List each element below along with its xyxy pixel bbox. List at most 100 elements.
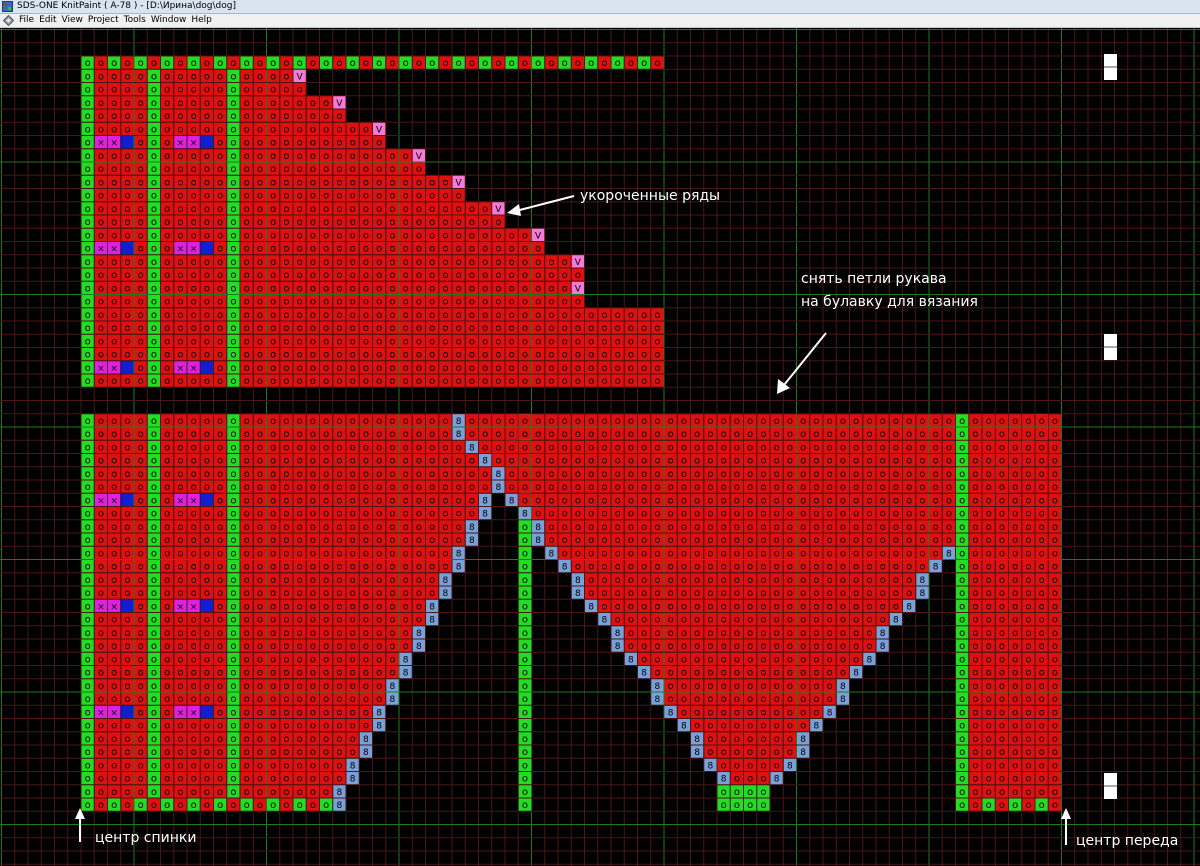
stitch-symbol: o bbox=[297, 721, 303, 732]
stitch-symbol: o bbox=[336, 429, 342, 440]
stitch-symbol: o bbox=[442, 230, 448, 241]
stitch-symbol: o bbox=[403, 164, 409, 175]
stitch-symbol: o bbox=[1052, 668, 1058, 679]
menu-file[interactable]: File bbox=[19, 14, 39, 27]
stitch-symbol: o bbox=[164, 641, 170, 652]
menu-project[interactable]: Project bbox=[88, 14, 124, 27]
stitch-symbol: o bbox=[403, 615, 409, 626]
stitch-symbol: o bbox=[98, 230, 104, 241]
stitch-symbol: o bbox=[668, 588, 674, 599]
stitch-symbol: o bbox=[548, 456, 554, 467]
stitch-symbol: o bbox=[760, 442, 766, 453]
stitch-symbol: o bbox=[204, 668, 210, 679]
stitch-symbol: o bbox=[336, 469, 342, 480]
stitch-symbol: o bbox=[641, 588, 647, 599]
stitch-symbol: o bbox=[482, 257, 488, 268]
stitch-symbol: o bbox=[707, 588, 713, 599]
stitch-symbol: o bbox=[482, 442, 488, 453]
stitch-symbol: o bbox=[323, 363, 329, 374]
stitch-symbol: o bbox=[469, 363, 475, 374]
stitch-symbol: o bbox=[85, 283, 91, 294]
menu-help[interactable]: Help bbox=[191, 14, 217, 27]
stitch-symbol: o bbox=[217, 270, 223, 281]
stitch-symbol: o bbox=[323, 654, 329, 665]
stitch-symbol: o bbox=[734, 548, 740, 559]
stitch-symbol: 8 bbox=[840, 682, 846, 692]
stitch-symbol: o bbox=[403, 297, 409, 308]
stitch-symbol: o bbox=[244, 363, 250, 374]
menu-view[interactable]: View bbox=[62, 14, 88, 27]
stitch-cell bbox=[121, 493, 134, 506]
stitch-symbol: o bbox=[893, 456, 899, 467]
stitch-symbol: o bbox=[244, 442, 250, 453]
stitch-symbol: o bbox=[164, 495, 170, 506]
stitch-symbol: o bbox=[601, 562, 607, 573]
stitch-symbol: o bbox=[416, 297, 422, 308]
stitch-symbol: o bbox=[151, 217, 157, 228]
stitch-symbol: o bbox=[323, 416, 329, 427]
stitch-symbol: o bbox=[283, 350, 289, 361]
menu-tools[interactable]: Tools bbox=[124, 14, 151, 27]
stitch-symbol: o bbox=[416, 562, 422, 573]
stitch-symbol: o bbox=[350, 535, 356, 546]
stitch-symbol: o bbox=[124, 681, 130, 692]
stitch-symbol: o bbox=[469, 310, 475, 321]
stitch-symbol: o bbox=[575, 509, 581, 520]
knit-pattern-canvas[interactable]: o o o o o o o o o o o o o o o o o o o o o o o o o o o o o o o o o o o o o o o o… bbox=[0, 28, 1200, 866]
stitch-symbol: o bbox=[164, 707, 170, 718]
stitch-symbol: o bbox=[946, 522, 952, 533]
stitch-symbol: o bbox=[85, 509, 91, 520]
menu-window[interactable]: Window bbox=[151, 14, 192, 27]
stitch-symbol: o bbox=[98, 85, 104, 96]
stitch-symbol: o bbox=[124, 628, 130, 639]
stitch-symbol: o bbox=[853, 601, 859, 612]
stitch-symbol: o bbox=[562, 283, 568, 294]
stitch-symbol: o bbox=[1039, 482, 1045, 493]
stitch-symbol: o bbox=[442, 310, 448, 321]
stitch-symbol: o bbox=[562, 469, 568, 480]
diamond-doc-icon[interactable] bbox=[3, 15, 14, 26]
stitch-symbol: o bbox=[230, 575, 236, 586]
stitch-symbol: o bbox=[217, 230, 223, 241]
stitch-symbol: o bbox=[601, 429, 607, 440]
stitch-symbol: o bbox=[760, 429, 766, 440]
stitch-symbol: o bbox=[668, 548, 674, 559]
stitch-symbol: o bbox=[827, 429, 833, 440]
stitch-symbol: o bbox=[721, 429, 727, 440]
stitch-symbol: o bbox=[760, 482, 766, 493]
stitch-symbol: o bbox=[403, 535, 409, 546]
stitch-symbol: o bbox=[919, 429, 925, 440]
stitch-symbol: o bbox=[562, 310, 568, 321]
stitch-symbol: o bbox=[721, 548, 727, 559]
stitch-symbol: o bbox=[283, 363, 289, 374]
stitch-symbol: o bbox=[615, 363, 621, 374]
stitch-symbol: × bbox=[97, 139, 105, 149]
stitch-symbol: o bbox=[204, 482, 210, 493]
stitch-symbol: o bbox=[972, 456, 978, 467]
stitch-symbol: o bbox=[721, 601, 727, 612]
stitch-symbol: o bbox=[959, 482, 965, 493]
stitch-symbol: o bbox=[429, 562, 435, 573]
stitch-symbol: o bbox=[668, 416, 674, 427]
stitch-symbol: o bbox=[866, 482, 872, 493]
stitch-symbol: o bbox=[336, 562, 342, 573]
stitch-symbol: o bbox=[601, 350, 607, 361]
stitch-symbol: o bbox=[774, 429, 780, 440]
stitch-symbol: o bbox=[85, 138, 91, 149]
stitch-symbol: o bbox=[363, 58, 369, 69]
stitch-symbol: o bbox=[628, 416, 634, 427]
stitch-symbol: o bbox=[853, 548, 859, 559]
stitch-symbol: o bbox=[429, 363, 435, 374]
stitch-symbol: o bbox=[283, 85, 289, 96]
stitch-symbol: o bbox=[456, 257, 462, 268]
stitch-symbol: o bbox=[403, 482, 409, 493]
stitch-symbol: o bbox=[138, 654, 144, 665]
stitch-symbol: o bbox=[98, 336, 104, 347]
stitch-symbol: o bbox=[668, 601, 674, 612]
stitch-symbol: o bbox=[442, 204, 448, 215]
stitch-symbol: × bbox=[97, 708, 105, 718]
stitch-symbol: o bbox=[429, 535, 435, 546]
stitch-symbol: o bbox=[270, 204, 276, 215]
menu-edit[interactable]: Edit bbox=[39, 14, 61, 27]
stitch-symbol: o bbox=[111, 482, 117, 493]
